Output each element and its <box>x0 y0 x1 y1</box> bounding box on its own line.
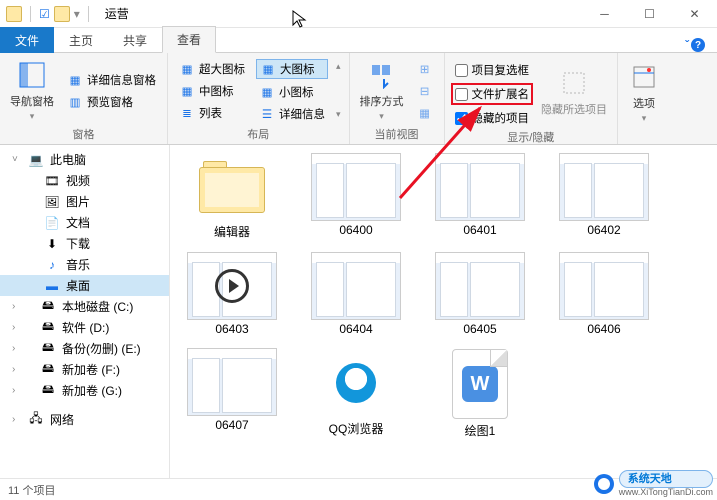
file-folder[interactable]: 编辑器 <box>182 153 282 240</box>
ribbon: 导航窗格 ▾ ▦详细信息窗格 ▥预览窗格 窗格 ▦超大图标 ▦中图标 ≣列表 ▦… <box>0 53 717 145</box>
nav-downloads[interactable]: ⬇下载 <box>0 233 169 254</box>
tab-file[interactable]: 文件 <box>0 27 54 53</box>
list-view[interactable]: ≣列表 <box>176 104 248 122</box>
nav-pictures[interactable]: 🖼图片 <box>0 191 169 212</box>
nav-music[interactable]: ♪音乐 <box>0 254 169 275</box>
file-image[interactable]: 06406 <box>554 252 654 336</box>
file-image[interactable]: 06404 <box>306 252 406 336</box>
options-button[interactable]: 选项 ▾ <box>626 57 662 128</box>
item-checkboxes[interactable]: 项目复选框 <box>453 61 532 79</box>
sort-button[interactable]: 排序方式 ▾ <box>358 57 406 124</box>
group-panes: 导航窗格 ▾ ▦详细信息窗格 ▥预览窗格 窗格 <box>0 53 168 144</box>
nav-d-drive[interactable]: ›🖴软件 (D:) <box>0 317 169 338</box>
minimize-button[interactable]: ─ <box>582 0 627 28</box>
hidden-items-checkbox[interactable]: 隐藏的项目 <box>453 109 532 127</box>
qat-properties-icon[interactable]: ☑ <box>39 7 50 21</box>
file-list: 编辑器 06400 06401 06402 06403 06404 06405 … <box>170 145 717 478</box>
details-view[interactable]: ☰详细信息 <box>256 105 328 123</box>
group-show-hide: 项目复选框 文件扩展名 隐藏的项目 隐藏所选项目 显示/隐藏 <box>445 53 619 144</box>
item-count: 11 个项目 <box>8 482 55 498</box>
tab-home[interactable]: 主页 <box>54 27 108 53</box>
file-image[interactable]: 06403 <box>182 252 282 336</box>
group-options: 选项 ▾ <box>618 53 670 144</box>
fit-columns[interactable]: ▦ <box>414 104 436 122</box>
file-image[interactable]: 06400 <box>306 153 406 240</box>
file-image[interactable]: 06405 <box>430 252 530 336</box>
tab-view[interactable]: 查看 <box>162 26 216 53</box>
small-icons[interactable]: ▦小图标 <box>256 83 328 101</box>
add-columns[interactable]: ⊞ <box>414 60 436 78</box>
nav-pane-button[interactable]: 导航窗格 ▾ <box>8 57 56 124</box>
file-wps[interactable]: W绘图1 <box>430 348 530 439</box>
folder-icon <box>6 6 22 22</box>
cursor-icon <box>292 10 308 30</box>
extra-large-icons[interactable]: ▦超大图标 <box>176 60 248 78</box>
medium-icons[interactable]: ▦中图标 <box>176 82 248 100</box>
file-image[interactable]: 06401 <box>430 153 530 240</box>
nav-e-drive[interactable]: ›🖴备份(勿删) (E:) <box>0 338 169 359</box>
navigation-pane: ˅💻此电脑 🎞视频 🖼图片 📄文档 ⬇下载 ♪音乐 ▬桌面 ›🖴本地磁盘 (C:… <box>0 145 170 478</box>
nav-f-drive[interactable]: ›🖴新加卷 (F:) <box>0 359 169 380</box>
nav-network[interactable]: ›🖧网络 <box>0 409 169 430</box>
details-pane-button[interactable]: ▦详细信息窗格 <box>64 71 159 89</box>
nav-g-drive[interactable]: ›🖴新加卷 (G:) <box>0 380 169 401</box>
help-button[interactable]: ˇ ? <box>685 38 705 52</box>
preview-pane-button[interactable]: ▥预览窗格 <box>64 93 159 111</box>
nav-this-pc[interactable]: ˅💻此电脑 <box>0 149 169 170</box>
qat-folder-icon[interactable] <box>54 6 70 22</box>
nav-c-drive[interactable]: ›🖴本地磁盘 (C:) <box>0 296 169 317</box>
file-image[interactable]: 06402 <box>554 153 654 240</box>
nav-videos[interactable]: 🎞视频 <box>0 170 169 191</box>
ribbon-tabs: 文件 主页 共享 查看 ˇ ? <box>0 28 717 53</box>
file-extensions-checkbox[interactable]: 文件扩展名 <box>453 85 532 103</box>
watermark: 系统天地 www.XiTongTianDi.com <box>593 470 713 498</box>
file-qq-browser[interactable]: QQ浏览器 <box>306 348 406 439</box>
title-bar: ☑ ▾ 运营 ─ ☐ ✕ <box>0 0 717 28</box>
window-title: 运营 <box>105 5 129 22</box>
large-icons[interactable]: ▦大图标 <box>256 59 328 79</box>
size-columns[interactable]: ⊟ <box>414 82 436 100</box>
group-layout: ▦超大图标 ▦中图标 ≣列表 ▦大图标 ▦小图标 ☰详细信息 ▴▾ 布局 <box>168 53 350 144</box>
close-button[interactable]: ✕ <box>672 0 717 28</box>
group-current-view: 排序方式 ▾ ⊞ ⊟ ▦ 当前视图 <box>350 53 445 144</box>
tab-share[interactable]: 共享 <box>108 27 162 53</box>
nav-desktop[interactable]: ▬桌面 <box>0 275 169 296</box>
nav-documents[interactable]: 📄文档 <box>0 212 169 233</box>
file-image[interactable]: 06407 <box>182 348 282 439</box>
maximize-button[interactable]: ☐ <box>627 0 672 28</box>
hide-selected-button[interactable]: 隐藏所选项目 <box>539 57 609 127</box>
